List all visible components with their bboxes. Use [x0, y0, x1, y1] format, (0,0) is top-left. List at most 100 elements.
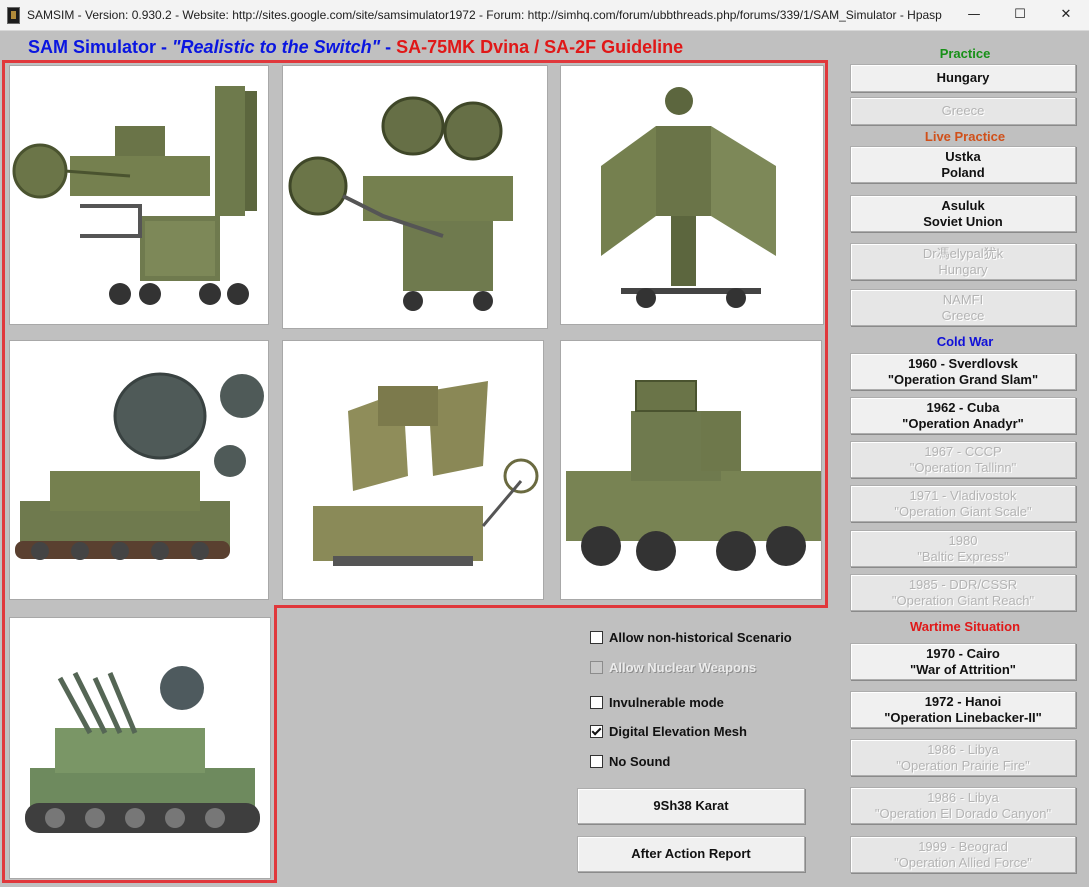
scenario-greece-button[interactable]: Greece	[850, 97, 1076, 125]
scenario-line1: 1980	[948, 532, 978, 548]
system-tile-wheeled-sam-vehicle[interactable]	[561, 341, 821, 599]
scenario-line2: "Operation El Dorado Canyon"	[874, 805, 1052, 821]
scenario-1980-baltic-button[interactable]: 1980 "Baltic Express"	[850, 530, 1076, 567]
scenario-line1: NAMFI	[942, 291, 984, 307]
title-slogan: "Realistic to the Switch"	[172, 37, 381, 57]
folding-radar-tower-icon	[601, 87, 776, 308]
close-button[interactable]: ✕	[1043, 0, 1089, 30]
scenario-line1: 1985 - DDR/CSSR	[908, 576, 1018, 592]
selection-frame-divider	[274, 605, 828, 608]
system-tile-radar-trailer[interactable]	[283, 341, 543, 599]
section-practice-label: Practice	[939, 46, 991, 61]
scenario-1960-sverdlovsk-button[interactable]: 1960 - Sverdlovsk "Operation Grand Slam"	[850, 353, 1076, 390]
page-title: SAM Simulator - "Realistic to the Switch…	[28, 37, 683, 58]
twin-dish-radar-icon	[288, 96, 513, 311]
scenario-line2: Greece	[941, 307, 985, 323]
scenario-line2: "Operation Tallinn"	[909, 459, 1017, 475]
option-invulnerable[interactable]: Invulnerable mode	[590, 693, 724, 711]
scenario-line1: Dr馮elypal犹k	[922, 245, 1004, 261]
scenario-line1: Ustka	[945, 148, 981, 164]
scenario-line2: "War of Attrition"	[910, 661, 1016, 677]
dem-checkbox[interactable]	[590, 724, 603, 738]
scenario-line2: "Operation Linebacker-II"	[884, 709, 1042, 725]
scenario-1967-cccp-button[interactable]: 1967 - CCCP "Operation Tallinn"	[850, 441, 1076, 478]
scenario-asuluk-button[interactable]: Asuluk Soviet Union	[850, 195, 1076, 232]
radar-van-icon	[12, 86, 257, 305]
scenario-line1: 1967 - CCCP	[924, 443, 1002, 459]
option-nuclear[interactable]: Allow Nuclear Weapons	[590, 658, 756, 676]
tracked-radar-vehicle-icon	[15, 372, 264, 560]
scenario-1962-cuba-button[interactable]: 1962 - Cuba "Operation Anadyr"	[850, 397, 1076, 434]
app-icon	[7, 7, 20, 24]
scenario-line2: Poland	[941, 164, 985, 180]
scenario-line2: Soviet Union	[923, 213, 1003, 229]
no-sound-label: No Sound	[609, 753, 671, 769]
scenario-1970-cairo-button[interactable]: 1970 - Cairo "War of Attrition"	[850, 643, 1076, 680]
scenario-line2: "Operation Anadyr"	[902, 415, 1024, 431]
scenario-drelypalik-button[interactable]: Dr馮elypal犹k Hungary	[850, 243, 1076, 280]
scenario-line1: 1972 - Hanoi	[924, 693, 1002, 709]
scenario-line1: 1970 - Cairo	[926, 645, 1000, 661]
system-tile-twin-dish-radar[interactable]	[283, 66, 547, 328]
invulnerable-checkbox[interactable]	[590, 695, 603, 709]
non-historical-checkbox[interactable]	[590, 630, 603, 644]
scenario-1972-hanoi-button[interactable]: 1972 - Hanoi "Operation Linebacker-II"	[850, 691, 1076, 728]
option-dem[interactable]: Digital Elevation Mesh	[590, 722, 747, 740]
scenario-1986-el-dorado-button[interactable]: 1986 - Libya "Operation El Dorado Canyon…	[850, 787, 1076, 824]
scenario-namfi-button[interactable]: NAMFI Greece	[850, 289, 1076, 326]
option-non-historical[interactable]: Allow non-historical Scenario	[590, 628, 792, 646]
minimize-button[interactable]: —	[951, 0, 997, 30]
scenario-line1: 1986 - Libya	[927, 789, 999, 805]
scenario-line1: Asuluk	[941, 197, 985, 213]
scenario-line2: "Operation Giant Scale"	[894, 503, 1032, 519]
section-cold-war: Cold War	[850, 333, 1080, 350]
scenario-line1: 1999 - Beograd	[918, 838, 1008, 854]
title-separator: -	[380, 37, 397, 57]
option-no-sound[interactable]: No Sound	[590, 752, 670, 770]
scenario-label: Greece	[941, 103, 985, 118]
scenario-line1: 1971 - Vladivostok	[909, 487, 1017, 503]
karat-label: 9Sh38 Karat	[653, 798, 729, 813]
maximize-button[interactable]: ☐	[997, 0, 1043, 30]
scenario-line1: 1962 - Cuba	[926, 399, 1000, 415]
wheeled-sam-vehicle-icon	[566, 380, 821, 571]
scenario-line2: Hungary	[938, 261, 988, 277]
scenario-line1: 1960 - Sverdlovsk	[908, 355, 1018, 371]
title-system: SA-75MK Dvina / SA-2F Guideline	[396, 37, 684, 57]
section-practice: Practice	[850, 45, 1080, 62]
nuclear-checkbox[interactable]	[590, 660, 603, 674]
scenario-line2: "Operation Allied Force"	[894, 854, 1032, 870]
scenario-ustka-button[interactable]: Ustka Poland	[850, 146, 1076, 183]
scenario-line2: "Operation Grand Slam"	[887, 371, 1039, 387]
invulnerable-label: Invulnerable mode	[609, 694, 724, 710]
zsu-anti-aircraft-gun-icon	[25, 666, 260, 833]
title-bar: SAMSIM - Version: 0.930.2 - Website: htt…	[0, 0, 1089, 31]
system-tile-tracked-radar-vehicle[interactable]	[10, 341, 268, 599]
non-historical-label: Allow non-historical Scenario	[609, 629, 792, 645]
scenario-line2: "Operation Giant Reach"	[891, 592, 1035, 608]
scenario-1999-beograd-button[interactable]: 1999 - Beograd "Operation Allied Force"	[850, 836, 1076, 873]
window-title: SAMSIM - Version: 0.930.2 - Website: htt…	[27, 8, 942, 22]
karat-button[interactable]: 9Sh38 Karat	[577, 788, 805, 824]
scenario-hungary-button[interactable]: Hungary	[850, 64, 1076, 92]
scenario-1986-prairie-fire-button[interactable]: 1986 - Libya "Operation Prairie Fire"	[850, 739, 1076, 776]
nuclear-label: Allow Nuclear Weapons	[609, 659, 757, 675]
scenario-1985-ddr-button[interactable]: 1985 - DDR/CSSR "Operation Giant Reach"	[850, 574, 1076, 611]
section-live-practice-label: Live Practice	[924, 129, 1006, 144]
system-tile-zsu-gun[interactable]	[10, 618, 270, 878]
scenario-line2: "Baltic Express"	[917, 548, 1009, 564]
section-wartime: Wartime Situation	[850, 618, 1080, 635]
after-action-report-button[interactable]: After Action Report	[577, 836, 805, 872]
scenario-line1: 1986 - Libya	[927, 741, 999, 757]
system-tile-folding-radar-tower[interactable]	[561, 66, 823, 324]
dem-label: Digital Elevation Mesh	[609, 723, 747, 739]
no-sound-checkbox[interactable]	[590, 754, 603, 768]
section-wartime-label: Wartime Situation	[909, 619, 1021, 634]
aar-label: After Action Report	[631, 846, 751, 861]
scenario-line2: "Operation Prairie Fire"	[896, 757, 1030, 773]
scenario-1971-vladivostok-button[interactable]: 1971 - Vladivostok "Operation Giant Scal…	[850, 485, 1076, 522]
radar-trailer-icon	[313, 381, 539, 566]
section-cold-war-label: Cold War	[936, 334, 994, 349]
scenario-label: Hungary	[936, 70, 990, 85]
system-tile-radar-van[interactable]	[10, 66, 268, 324]
